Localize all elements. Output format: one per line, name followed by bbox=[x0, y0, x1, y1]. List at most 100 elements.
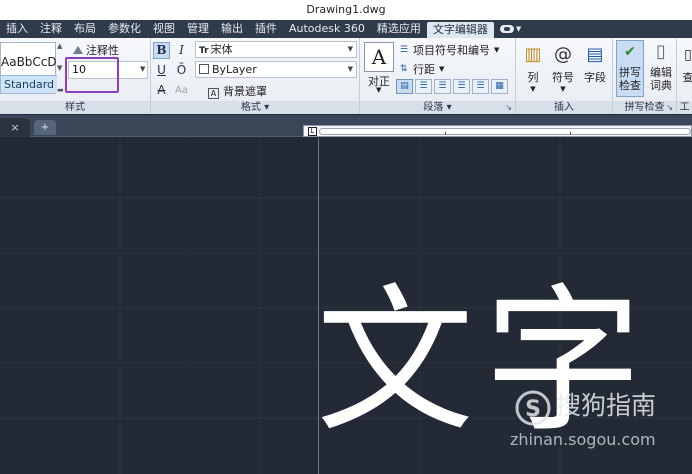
tab-insert[interactable]: 插入 bbox=[0, 20, 34, 38]
underline-button[interactable]: U bbox=[153, 62, 170, 79]
truetype-icon: Tr bbox=[199, 46, 209, 56]
color-select-value: ByLayer bbox=[212, 63, 257, 76]
symbol-label: 符号 bbox=[552, 71, 574, 84]
toggle-pill-icon bbox=[499, 25, 514, 33]
format-panel: B I U Ō A Aa Tr 宋体 ▼ ByLayer ▼ A 背景遮罩 格式 ▾ bbox=[151, 38, 360, 114]
panel-launcher-icon[interactable]: ↘ bbox=[666, 103, 673, 112]
color-swatch-icon bbox=[199, 64, 209, 74]
tab-text-editor[interactable]: 文字编辑器 bbox=[426, 22, 494, 38]
ribbon-minimize-toggle[interactable]: ▼ bbox=[494, 20, 527, 38]
ruler-tick bbox=[570, 132, 571, 135]
style-panel: AaBbCcD Standard ▲ ▼ ▬ 注释性 10 ▼ 样式 bbox=[0, 38, 151, 114]
tab-stop-icon[interactable]: L bbox=[308, 127, 317, 136]
tab-autodesk-360[interactable]: Autodesk 360 bbox=[283, 20, 371, 38]
find-replace-button[interactable]: ▯ 查 bbox=[681, 44, 692, 85]
field-icon: ▤ bbox=[586, 44, 604, 65]
font-select-value: 宋体 bbox=[210, 43, 233, 56]
align-right-icon[interactable]: ☰ bbox=[453, 79, 470, 94]
tools-panel-title: 工 bbox=[677, 101, 692, 114]
tools-panel: ▯ 查 工 bbox=[677, 38, 692, 114]
spell-check-label: 拼写 检查 bbox=[619, 66, 641, 92]
line-spacing-button[interactable]: ⇅ 行距 ▼ bbox=[400, 61, 444, 77]
color-select[interactable]: ByLayer ▼ bbox=[195, 61, 357, 78]
bold-button[interactable]: B bbox=[153, 42, 170, 59]
tab-plugins[interactable]: 插件 bbox=[249, 20, 283, 38]
expand-gallery-icon[interactable]: ▬ bbox=[57, 86, 65, 94]
background-mask-label: 背景遮罩 bbox=[223, 85, 267, 98]
find-icon: ▯ bbox=[684, 47, 692, 63]
paragraph-alignment-group: ▤ ☰ ☰ ☰ ☰ ▦ bbox=[396, 79, 508, 94]
background-mask-button[interactable]: A 背景遮罩 bbox=[208, 83, 267, 99]
bullets-label: 项目符号和编号 bbox=[413, 44, 490, 57]
close-icon[interactable]: × bbox=[0, 118, 30, 137]
spell-check-panel: ✔ 拼写 检查 ▯ 编辑 词典 拼写检查 ↘ bbox=[613, 38, 677, 114]
insert-panel: ▥ 列 ▼ @ 符号 ▼ ▤ 字段 插入 bbox=[516, 38, 613, 114]
align-default-icon[interactable]: ▤ bbox=[396, 79, 413, 94]
italic-button[interactable]: I bbox=[173, 42, 190, 59]
tab-manage[interactable]: 管理 bbox=[181, 20, 215, 38]
annotative-icon bbox=[73, 46, 83, 54]
chevron-down-icon: ▼ bbox=[530, 85, 536, 93]
align-distribute-icon[interactable]: ▦ bbox=[491, 79, 508, 94]
insert-panel-title: 插入 bbox=[516, 101, 612, 114]
chevron-down-icon[interactable]: ▼ bbox=[140, 65, 145, 73]
columns-label: 列 bbox=[527, 71, 539, 84]
tab-layout[interactable]: 布局 bbox=[68, 20, 102, 38]
tab-featured-apps[interactable]: 精选应用 bbox=[371, 20, 427, 38]
align-justify-icon[interactable]: ☰ bbox=[472, 79, 489, 94]
spell-check-button[interactable]: ✔ 拼写 检查 bbox=[616, 40, 644, 97]
field-button[interactable]: ▤ 字段 bbox=[582, 44, 608, 85]
window-title: Drawing1.dwg bbox=[0, 0, 692, 20]
paragraph-panel-title[interactable]: 段落 ▾ bbox=[360, 101, 515, 114]
strikethrough-button[interactable]: A bbox=[153, 82, 170, 99]
new-tab-button[interactable]: + bbox=[34, 120, 56, 135]
annotative-label: 注释性 bbox=[86, 44, 119, 57]
overline-button[interactable]: Ō bbox=[173, 62, 190, 79]
ruler-track[interactable] bbox=[319, 128, 691, 135]
line-spacing-label: 行距 bbox=[413, 63, 435, 76]
format-panel-label: 格式 bbox=[240, 102, 261, 113]
svg-text:S: S bbox=[525, 397, 541, 422]
columns-button[interactable]: ▥ 列 ▼ bbox=[522, 44, 544, 93]
mtext-ruler[interactable]: L bbox=[303, 125, 692, 137]
symbol-button[interactable]: @ 符号 ▼ bbox=[550, 44, 576, 93]
chevron-down-icon: ▼ bbox=[347, 65, 353, 73]
tab-output[interactable]: 输出 bbox=[215, 20, 249, 38]
tab-view[interactable]: 视图 bbox=[147, 20, 181, 38]
font-select[interactable]: Tr 宋体 ▼ bbox=[195, 41, 357, 58]
columns-icon: ▥ bbox=[524, 44, 542, 65]
watermark-url: zhinan.sogou.com bbox=[510, 430, 656, 449]
ruler-tick bbox=[445, 132, 446, 135]
style-gallery-scroll[interactable]: ▲ ▼ ▬ bbox=[57, 42, 65, 94]
line-spacing-icon: ⇅ bbox=[400, 64, 408, 74]
find-label: 查 bbox=[682, 71, 692, 84]
annotative-toggle[interactable]: 注释性 bbox=[73, 42, 119, 58]
justify-icon[interactable]: A bbox=[364, 42, 394, 72]
change-case-button[interactable]: Aa bbox=[173, 82, 190, 99]
watermark-brand: 搜狗指南 bbox=[556, 391, 657, 420]
chevron-down-icon: ▼ bbox=[515, 25, 522, 33]
text-style-gallery[interactable]: AaBbCcD Standard bbox=[0, 42, 57, 94]
tab-parametric[interactable]: 参数化 bbox=[102, 20, 147, 38]
background-mask-icon: A bbox=[208, 88, 219, 99]
style-panel-title: 样式 bbox=[0, 101, 150, 114]
chevron-down-icon: ▼ bbox=[439, 65, 445, 73]
tab-annotate[interactable]: 注释 bbox=[34, 20, 68, 38]
paragraph-panel-label: 段落 bbox=[423, 102, 444, 113]
highlight-annotation bbox=[65, 57, 119, 93]
panel-launcher-icon[interactable]: ↘ bbox=[505, 103, 512, 112]
edit-dictionary-label: 编辑 词典 bbox=[650, 66, 672, 92]
chevron-down-icon[interactable]: ▼ bbox=[376, 86, 381, 94]
edit-dictionary-button[interactable]: ▯ 编辑 词典 bbox=[647, 41, 675, 92]
dictionary-icon: ▯ bbox=[656, 41, 666, 62]
bullets-numbering-button[interactable]: ☰ 项目符号和编号 ▼ bbox=[400, 42, 499, 58]
bullet-list-icon: ☰ bbox=[400, 45, 409, 55]
style-standard[interactable]: Standard bbox=[1, 75, 57, 93]
align-left-icon[interactable]: ☰ bbox=[415, 79, 432, 94]
style-preview-sample: AaBbCcD bbox=[1, 55, 57, 69]
chevron-up-icon[interactable]: ▲ bbox=[57, 42, 65, 50]
format-panel-title[interactable]: 格式 ▾ bbox=[151, 101, 359, 114]
sogou-logo-icon: S bbox=[515, 390, 551, 426]
chevron-down-icon[interactable]: ▼ bbox=[57, 64, 65, 72]
align-center-icon[interactable]: ☰ bbox=[434, 79, 451, 94]
